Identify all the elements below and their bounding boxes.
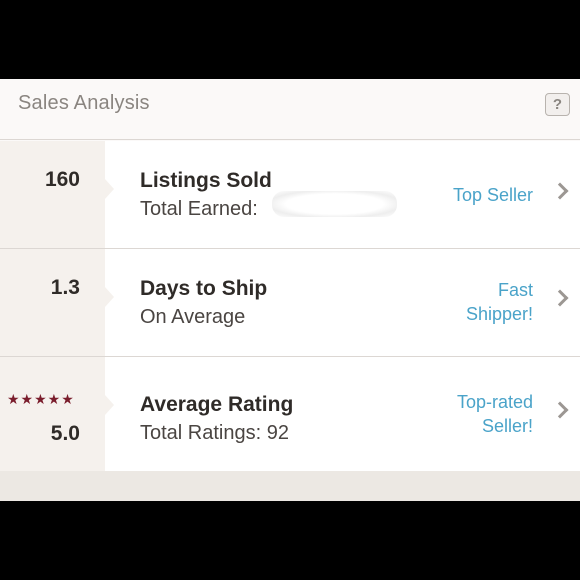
top-rated-seller-badge[interactable]: Top-rated Seller!: [457, 390, 533, 438]
chevron-right-icon[interactable]: [551, 289, 569, 307]
list-item-average-rating[interactable]: ★★★★★ 5.0 Average Rating Total Ratings: …: [0, 357, 580, 472]
list-item-days-to-ship[interactable]: 1.3 Days to Ship On Average Fast Shipper…: [0, 249, 580, 357]
stat-panel: ★★★★★ 5.0: [0, 357, 114, 471]
total-ratings-label: Total Ratings: 92: [140, 422, 289, 444]
average-rating-title: Average Rating: [140, 393, 294, 416]
page-title: Sales Analysis: [18, 92, 150, 114]
days-to-ship-title: Days to Ship: [140, 277, 268, 300]
badge-line-1: Fast: [497, 280, 533, 300]
stat-panel: 1.3: [0, 249, 114, 356]
stat-panel: 160: [0, 141, 114, 248]
chevron-right-icon[interactable]: [551, 182, 569, 200]
badge-line-2: Shipper!: [465, 304, 533, 324]
redacted-amount: [272, 191, 397, 217]
days-to-ship-value: 1.3: [50, 276, 80, 299]
sales-analysis-screen: Sales Analysis ? 160 Listings Sold Total…: [0, 79, 580, 501]
on-average-label: On Average: [140, 306, 246, 328]
help-icon[interactable]: ?: [545, 93, 570, 116]
average-rating-value: 5.0: [50, 422, 80, 445]
header: Sales Analysis ?: [0, 79, 580, 140]
footer-background: [0, 471, 580, 501]
listings-sold-count: 160: [44, 168, 80, 191]
fast-shipper-badge[interactable]: Fast Shipper!: [466, 278, 533, 326]
badge-line-1: Top-rated: [456, 392, 533, 412]
star-icon: ★★★★★: [7, 391, 75, 407]
list-item-listings-sold[interactable]: 160 Listings Sold Total Earned: Top Sell…: [0, 141, 580, 249]
chevron-right-icon[interactable]: [551, 401, 569, 419]
stats-list: 160 Listings Sold Total Earned: Top Sell…: [0, 141, 580, 472]
listings-sold-title: Listings Sold: [140, 169, 272, 192]
total-earned-label: Total Earned:: [140, 198, 258, 220]
badge-line-2: Seller!: [481, 416, 533, 436]
top-seller-badge[interactable]: Top Seller: [453, 183, 533, 207]
